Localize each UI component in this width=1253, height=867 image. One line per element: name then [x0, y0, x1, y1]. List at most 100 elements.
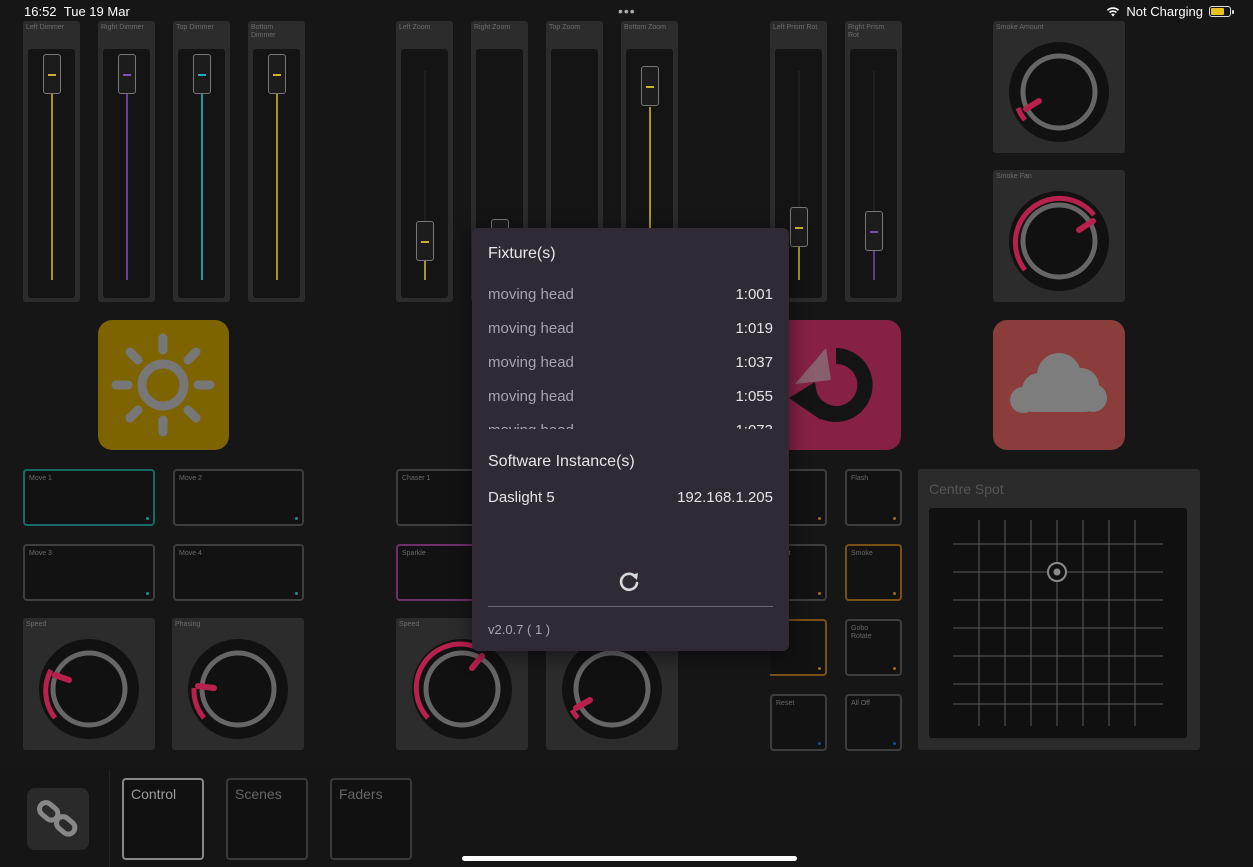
fixture-row[interactable]: moving head 1:019	[488, 317, 773, 351]
link-icon	[36, 800, 78, 837]
fader-handle[interactable]	[267, 54, 286, 94]
tab-control[interactable]: Control	[122, 778, 204, 860]
software-name: Daslight 5	[488, 489, 555, 506]
gobo-rotate-button[interactable]: Gobo Rotate	[845, 619, 902, 676]
flash-button[interactable]: Flash	[845, 469, 902, 526]
xy-cursor[interactable]	[1047, 562, 1067, 582]
fader-left-dimmer[interactable]: Left Dimmer	[23, 21, 80, 302]
fixture-name: moving head	[488, 354, 574, 371]
software-ip: 192.168.1.205	[677, 489, 773, 506]
fader-handle[interactable]	[117, 54, 136, 94]
xy-pad[interactable]	[929, 508, 1187, 738]
button-label: All Off	[851, 700, 870, 707]
fixture-address: 1:001	[735, 286, 773, 303]
app-root: 16:52 Tue 19 Mar ••• Not Charging Left D…	[0, 0, 1253, 867]
divider	[488, 606, 773, 607]
tab-label: Faders	[339, 786, 383, 802]
fader-handle[interactable]	[789, 207, 808, 247]
dimmer-tile[interactable]	[98, 320, 229, 450]
move1-button[interactable]: Move 1	[23, 469, 155, 526]
multitask-dots[interactable]: •••	[618, 3, 636, 19]
fader-label: Left Prism Rot	[773, 24, 818, 31]
software-row[interactable]: Daslight 5 192.168.1.205	[488, 489, 773, 506]
knob-speed-move[interactable]: Speed	[23, 618, 155, 750]
button-label: Move 1	[29, 475, 52, 482]
move4-button[interactable]: Move 4	[173, 544, 304, 601]
fader-handle[interactable]	[192, 54, 211, 94]
fixture-address: 1:019	[735, 320, 773, 337]
fader-label: Top Zoom	[549, 24, 581, 31]
button-label: Smoke	[851, 550, 873, 557]
connection-info-modal: Fixture(s) moving head 1:001 moving head…	[472, 228, 789, 651]
status-bar: 16:52 Tue 19 Mar ••• Not Charging	[0, 0, 1253, 22]
wifi-icon	[1107, 7, 1120, 17]
fader-right-prism-rot[interactable]: Right Prism Rot	[845, 21, 902, 302]
fader-label: Right Prism Rot	[848, 24, 885, 39]
smoke-button[interactable]: Smoke	[845, 544, 902, 601]
software-title: Software Instance(s)	[488, 453, 635, 470]
knob-phasing[interactable]: Phasing	[172, 618, 304, 750]
fixture-address: 1:055	[735, 388, 773, 405]
battery-icon	[1209, 6, 1234, 17]
knob-dial	[1009, 42, 1109, 142]
button-label: Chaser 1	[402, 475, 431, 482]
tab-label: Scenes	[235, 786, 282, 802]
fixture-row[interactable]: moving head 1:073	[488, 419, 773, 429]
status-date: Tue 19 Mar	[63, 4, 130, 19]
charging-status: Not Charging	[1126, 4, 1203, 19]
link-button[interactable]	[27, 788, 89, 850]
fader-bottom-dimmer[interactable]: Bottom Dimmer	[248, 21, 305, 302]
fixture-list[interactable]: moving head 1:001 moving head 1:019 movi…	[488, 283, 773, 429]
all-off-button[interactable]: All Off	[845, 694, 902, 751]
tab-scenes[interactable]: Scenes	[226, 778, 308, 860]
move-tile[interactable]	[771, 320, 901, 450]
knob-smoke-fan[interactable]: Smoke Fan	[993, 170, 1125, 302]
refresh-icon[interactable]	[616, 569, 642, 595]
reset-button[interactable]: Reset	[770, 694, 827, 751]
fader-label: Left Zoom	[399, 24, 431, 31]
button-label: Move 2	[179, 475, 202, 482]
fader-handle[interactable]	[42, 54, 61, 94]
fader-left-zoom[interactable]: Left Zoom	[396, 21, 453, 302]
sun-icon	[111, 333, 215, 437]
xy-grid	[953, 520, 1163, 726]
tab-label: Control	[131, 786, 177, 802]
move3-button[interactable]: Move 3	[23, 544, 155, 601]
tab-faders[interactable]: Faders	[330, 778, 412, 860]
fader-handle[interactable]	[864, 211, 883, 251]
fader-label: Bottom Dimmer	[251, 24, 276, 39]
fixture-row[interactable]: moving head 1:055	[488, 385, 773, 419]
button-label: Move 4	[179, 550, 202, 557]
fader-handle[interactable]	[640, 66, 659, 106]
xy-pad-panel: Centre Spot	[918, 469, 1200, 750]
move2-button[interactable]: Move 2	[173, 469, 304, 526]
fader-label: Left Dimmer	[26, 24, 65, 31]
fixture-address: 1:037	[735, 354, 773, 371]
fader-handle[interactable]	[415, 221, 434, 261]
smoke-tile[interactable]	[993, 320, 1125, 450]
fixtures-title: Fixture(s)	[488, 245, 556, 262]
version-label: v2.0.7 ( 1 )	[488, 622, 551, 637]
fixture-row[interactable]: moving head 1:001	[488, 283, 773, 317]
knob-dial	[1009, 191, 1109, 291]
fixture-name: moving head	[488, 419, 574, 429]
fader-label: Top Dimmer	[176, 24, 214, 31]
fixture-row[interactable]: moving head 1:037	[488, 351, 773, 385]
button-label: Move 3	[29, 550, 52, 557]
button-label: Gobo Rotate	[851, 625, 872, 640]
fader-label: Right Zoom	[474, 24, 511, 31]
knob-smoke-amount[interactable]: Smoke Amount	[993, 21, 1125, 153]
xy-pad-title: Centre Spot	[929, 481, 1004, 497]
sparkle-button[interactable]: Sparkle	[396, 544, 476, 601]
knob-dial	[39, 639, 139, 739]
fader-top-dimmer[interactable]: Top Dimmer	[173, 21, 230, 302]
fixture-address: 1:073	[735, 419, 773, 429]
fixture-name: moving head	[488, 286, 574, 303]
fixture-name: moving head	[488, 388, 574, 405]
rotate-arrow-icon	[789, 348, 873, 422]
chaser1-button[interactable]: Chaser 1	[396, 469, 476, 526]
home-indicator[interactable]	[462, 856, 797, 861]
fader-label: Right Dimmer	[101, 24, 144, 31]
button-label: Flash	[851, 475, 869, 482]
fader-right-dimmer[interactable]: Right Dimmer	[98, 21, 155, 302]
